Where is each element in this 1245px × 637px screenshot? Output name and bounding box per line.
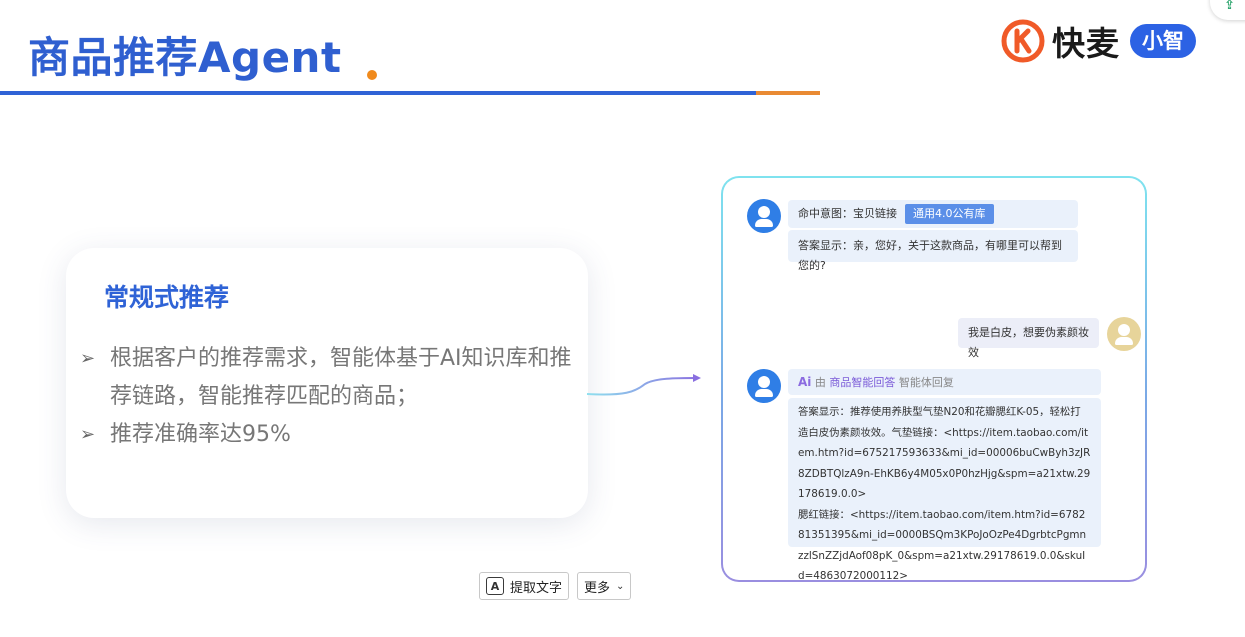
chevron-down-icon: ⌄ (616, 580, 625, 592)
connector-arrow (586, 374, 701, 396)
arrow-bullet-icon: ➢ (80, 348, 96, 369)
kuaimai-k-logo-icon (1001, 19, 1045, 63)
brand-logo: 快麦 小智 (1000, 18, 1196, 64)
title-rule-orange (756, 91, 820, 95)
upload-doc-icon: ⇪ (1224, 0, 1235, 13)
answer-text-2: 腮红链接：<https://item.taobao.com/item.htm?i… (798, 508, 1087, 583)
title-rule-blue (0, 91, 756, 95)
source-prefix: 由 (814, 376, 826, 389)
card-heading: 常规式推荐 (104, 283, 230, 312)
slide-title: 商品推荐Agent (28, 33, 342, 82)
intent-label: 命中意图：宝贝链接 (798, 207, 897, 220)
extract-text-button[interactable]: A 提取文字 (479, 572, 570, 600)
source-bubble: Ai 由 商品智能回答 智能体回复 (788, 369, 1101, 395)
bot-avatar (747, 369, 781, 403)
user-avatar (1107, 317, 1141, 351)
extract-text-label: 提取文字 (510, 580, 563, 596)
bullet-list: ➢ 根据客户的推荐需求，智能体基于AI知识库和推荐链路，智能推荐匹配的商品； ➢… (80, 340, 580, 454)
bot-avatar (747, 199, 781, 233)
answer-text: 答案显示：推荐使用养肤型气垫N20和花瓣腮红K-05，轻松打造白皮伪素颜妆效。气… (798, 406, 1091, 500)
text-extract-icon: A (486, 577, 504, 595)
intent-tag: 通用4.0公有库 (905, 204, 994, 224)
brand-badge: 小智 (1130, 24, 1196, 58)
answer-bubble: 答案显示：亲，您好，关于这款商品，有哪里可以帮到您的? (788, 230, 1078, 272)
answer-text: 答案显示：亲，您好，关于这款商品，有哪里可以帮到您的? (798, 239, 1062, 272)
more-button[interactable]: 更多 ⌄ (577, 572, 632, 600)
image-toolbar: A 提取文字 更多 ⌄ (479, 572, 632, 600)
arrow-bullet-icon: ➢ (80, 424, 96, 445)
bullet-text: 推荐准确率达95% (110, 422, 291, 447)
bullet-text: 根据客户的推荐需求，智能体基于AI知识库和推荐链路，智能推荐匹配的商品； (110, 346, 572, 409)
feature-card: 常规式推荐 ➢ 根据客户的推荐需求，智能体基于AI知识库和推荐链路，智能推荐匹配… (66, 248, 588, 518)
recommendation-answer: 答案显示：推荐使用养肤型气垫N20和花瓣腮红K-05，轻松打造白皮伪素颜妆效。气… (788, 398, 1101, 582)
ai-badge: Ai (798, 375, 812, 389)
user-message-text: 我是白皮，想要伪素颜妆效 (968, 326, 1089, 359)
source-agent-link[interactable]: 商品智能回答 (829, 376, 895, 389)
user-bubble: 我是白皮，想要伪素颜妆效 (958, 318, 1099, 359)
corner-upload-widget[interactable]: ⇪ (1210, 0, 1245, 20)
brand-name: 快麦 (1052, 24, 1120, 63)
source-suffix: 智能体回复 (898, 376, 954, 389)
more-label: 更多 (584, 580, 611, 596)
intent-bubble: 命中意图：宝贝链接 通用4.0公有库 (788, 200, 1078, 228)
bullet-item: ➢ 推荐准确率达95% (80, 416, 580, 454)
title-accent-dot (367, 70, 377, 80)
bullet-item: ➢ 根据客户的推荐需求，智能体基于AI知识库和推荐链路，智能推荐匹配的商品； (80, 340, 580, 416)
